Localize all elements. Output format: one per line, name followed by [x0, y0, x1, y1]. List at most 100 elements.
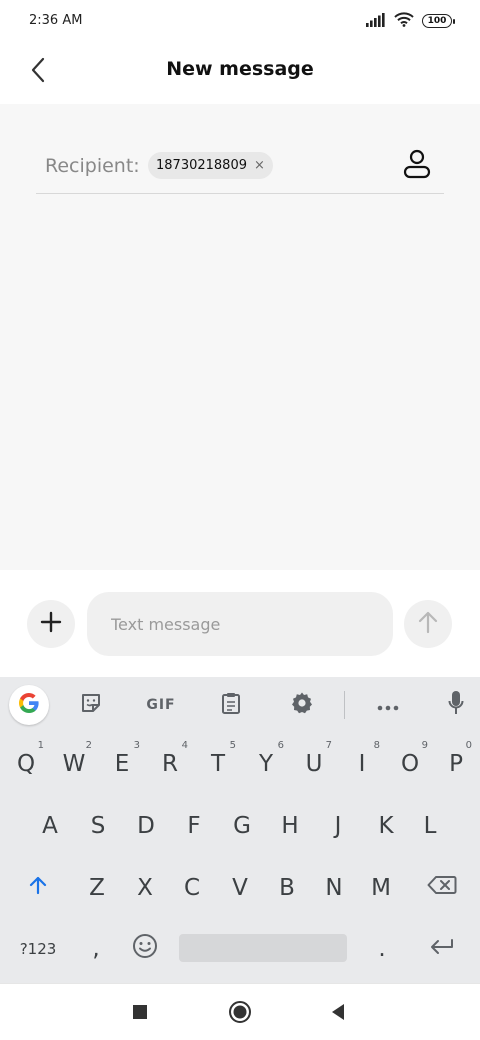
symbols-key[interactable]: ?123 — [10, 918, 66, 980]
key-v[interactable]: V — [216, 857, 264, 919]
wifi-icon — [394, 11, 414, 31]
toolbar-divider — [344, 691, 345, 719]
battery-icon: 100 — [422, 14, 455, 28]
google-button[interactable] — [9, 685, 49, 725]
attach-button[interactable] — [27, 600, 75, 648]
backspace-icon — [427, 875, 457, 901]
keyboard-row-2: A S D F G H J K L — [0, 795, 480, 857]
clipboard-button[interactable] — [212, 686, 250, 724]
key-hint: 3 — [133, 740, 140, 751]
key-g[interactable]: G — [218, 795, 266, 857]
enter-key[interactable] — [414, 918, 470, 980]
key-label: E — [114, 751, 130, 777]
send-arrow-icon — [417, 610, 439, 638]
gif-button[interactable]: GIF — [140, 686, 182, 724]
key-h[interactable]: H — [266, 795, 314, 857]
key-label: U — [305, 751, 323, 777]
emoji-icon — [132, 933, 158, 965]
key-label: R — [162, 751, 178, 777]
send-button[interactable] — [404, 600, 452, 648]
key-x[interactable]: X — [121, 857, 169, 919]
recipient-row[interactable]: Recipient: 18730218809 × — [36, 144, 444, 194]
key-d[interactable]: D — [122, 795, 170, 857]
navigation-bar — [0, 983, 480, 1040]
chip-remove-icon[interactable]: × — [254, 159, 265, 172]
key-s[interactable]: S — [74, 795, 122, 857]
key-e[interactable]: E3 — [98, 733, 146, 795]
key-z[interactable]: Z — [73, 857, 121, 919]
gear-icon — [290, 691, 314, 719]
sticker-button[interactable] — [72, 686, 110, 724]
key-hint: 1 — [37, 740, 44, 751]
back-triangle-icon — [330, 1003, 346, 1025]
key-label: T — [210, 751, 226, 777]
key-a[interactable]: A — [26, 795, 74, 857]
contact-icon — [403, 149, 431, 183]
status-icons: 100 — [366, 11, 455, 31]
home-button[interactable] — [222, 996, 258, 1032]
key-o[interactable]: O9 — [386, 733, 434, 795]
status-time: 2:36 AM — [29, 13, 83, 28]
status-bar: 2:36 AM 100 — [0, 0, 480, 40]
page-title: New message — [166, 58, 314, 80]
keyboard-row-3: Z X C V B N M — [0, 857, 480, 919]
shift-key[interactable] — [12, 857, 64, 919]
key-y[interactable]: Y6 — [242, 733, 290, 795]
compose-area: Recipient: 18730218809 × — [0, 104, 480, 570]
key-n[interactable]: N — [310, 857, 358, 919]
plus-icon — [40, 611, 62, 637]
key-i[interactable]: I8 — [338, 733, 386, 795]
key-j[interactable]: J — [314, 795, 362, 857]
key-q[interactable]: Q1 — [2, 733, 50, 795]
key-u[interactable]: U7 — [290, 733, 338, 795]
signal-icon — [366, 12, 386, 31]
key-c[interactable]: C — [168, 857, 216, 919]
comma-key[interactable]: , — [72, 918, 120, 980]
mic-icon — [448, 690, 464, 720]
more-button[interactable] — [369, 686, 407, 724]
app-header: New message — [0, 40, 480, 104]
emoji-key[interactable] — [122, 918, 168, 980]
keyboard-row-4: ?123 , . — [0, 918, 480, 980]
recipient-chip[interactable]: 18730218809 × — [148, 152, 273, 179]
key-f[interactable]: F — [170, 795, 218, 857]
more-icon — [377, 696, 399, 715]
key-hint: 6 — [277, 740, 284, 751]
backspace-key[interactable] — [414, 857, 470, 919]
message-input[interactable] — [87, 592, 393, 656]
recipient-label: Recipient: — [45, 155, 140, 177]
keyboard-toolbar: GIF — [0, 677, 480, 732]
enter-icon — [429, 936, 455, 962]
sticker-icon — [80, 692, 102, 718]
shift-icon — [28, 875, 48, 901]
recent-apps-icon — [132, 1004, 148, 1024]
key-hint: 8 — [373, 740, 380, 751]
contact-picker-button[interactable] — [400, 149, 434, 183]
key-label: P — [449, 751, 463, 777]
back-nav-button[interactable] — [320, 996, 356, 1032]
key-t[interactable]: T5 — [194, 733, 242, 795]
space-key[interactable] — [179, 934, 347, 962]
google-icon — [17, 691, 41, 719]
key-hint: 0 — [465, 740, 472, 751]
key-hint: 2 — [85, 740, 92, 751]
key-b[interactable]: B — [263, 857, 311, 919]
key-hint: 7 — [325, 740, 332, 751]
keyboard: GIF Q 1 W 2 E 3 R 4 T 5 Y 6 U 7 I 8 O 9 … — [0, 677, 480, 983]
key-label: W — [62, 751, 86, 777]
voice-input-button[interactable] — [437, 686, 475, 724]
message-input-bar — [0, 570, 480, 677]
gif-label: GIF — [146, 697, 176, 713]
key-w[interactable]: W2 — [50, 733, 98, 795]
key-p[interactable]: P0 — [434, 733, 478, 795]
recent-apps-button[interactable] — [122, 996, 158, 1032]
settings-button[interactable] — [283, 686, 321, 724]
period-key[interactable]: . — [358, 918, 406, 980]
key-l[interactable]: L — [406, 795, 454, 857]
key-k[interactable]: K — [362, 795, 410, 857]
key-m[interactable]: M — [357, 857, 405, 919]
key-label: Q — [16, 751, 36, 777]
key-r[interactable]: R4 — [146, 733, 194, 795]
clipboard-icon — [221, 691, 241, 719]
key-hint: 9 — [421, 740, 428, 751]
